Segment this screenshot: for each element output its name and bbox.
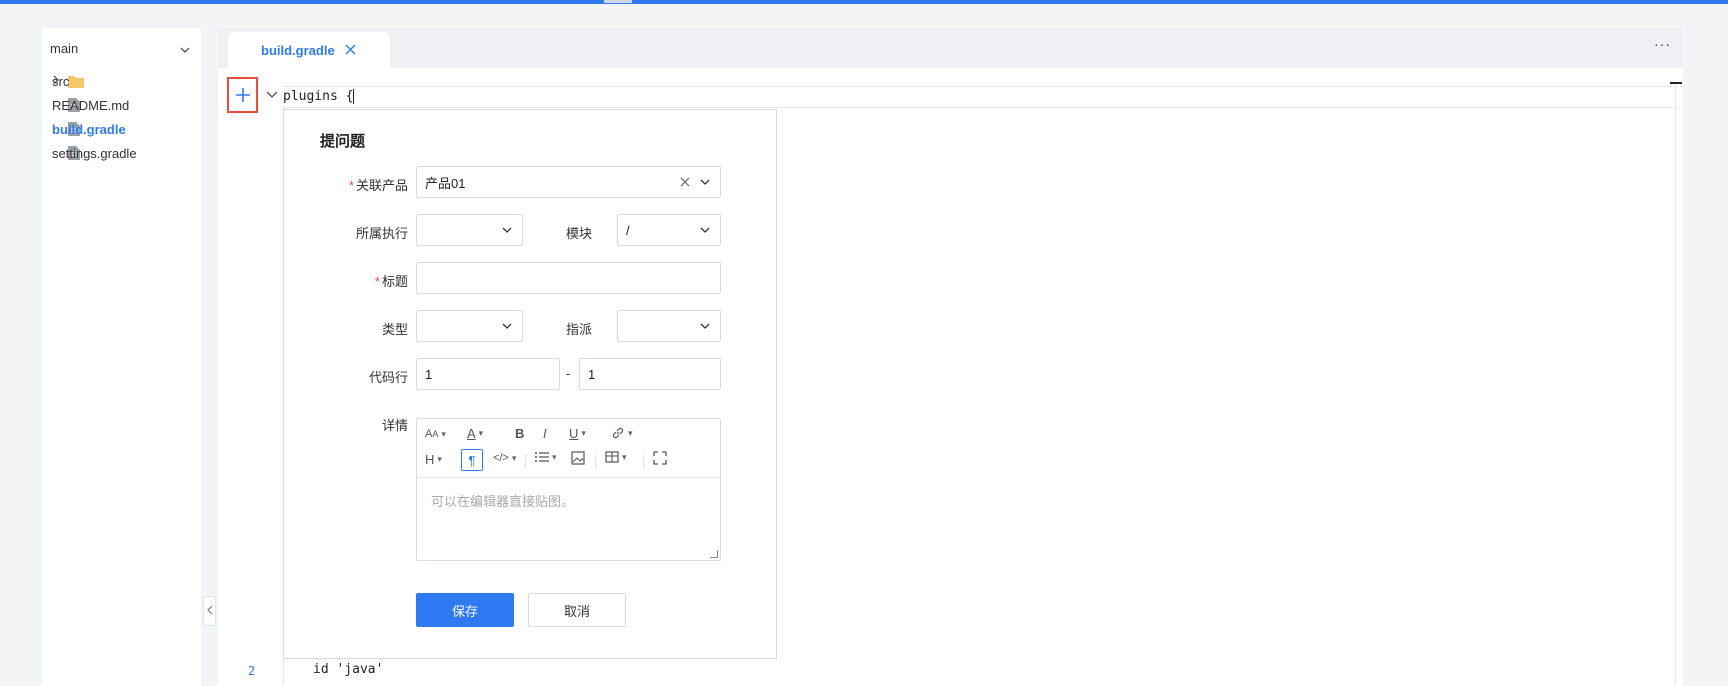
top-drag-handle[interactable] — [604, 0, 632, 3]
title-label: * 标题 — [374, 274, 408, 289]
detail-label: 详情 — [381, 418, 408, 433]
tab-label: build.gradle — [261, 42, 335, 58]
save-button[interactable]: 保存 — [416, 593, 514, 627]
tree-item-settings-gradle[interactable]: settings.gradle — [52, 143, 137, 163]
close-icon[interactable] — [345, 42, 356, 58]
resize-handle[interactable] — [710, 550, 718, 558]
tree-item-src[interactable]: src — [52, 71, 91, 91]
code-line-from-input[interactable]: 1 — [416, 358, 560, 390]
chevron-down-icon — [696, 224, 714, 236]
underline-icon[interactable]: U ▾ — [569, 426, 586, 441]
tree-item-build-gradle[interactable]: build.gradle — [52, 119, 126, 139]
tree-item-label: README.md — [52, 97, 130, 113]
chevron-down-icon — [498, 224, 516, 236]
chevron-down-icon — [696, 320, 714, 332]
more-options-icon[interactable]: ··· — [1654, 36, 1671, 52]
chevron-down-icon — [498, 320, 516, 332]
fullscreen-icon[interactable] — [653, 451, 667, 465]
product-select[interactable]: 产品01 — [416, 166, 721, 198]
code-line-to-input[interactable]: 1 — [579, 358, 721, 390]
text-caret — [353, 89, 355, 104]
title-input[interactable] — [416, 262, 721, 294]
add-issue-button[interactable] — [227, 77, 258, 113]
toolbar-divider — [595, 454, 596, 468]
editor-ruler — [1675, 82, 1676, 686]
product-value: 产品01 — [425, 175, 466, 191]
list-icon[interactable]: ▾ — [535, 451, 557, 463]
toolbar-divider — [525, 454, 526, 468]
toolbar-divider — [643, 454, 644, 468]
module-value: / — [626, 222, 630, 238]
file-sidebar: main src README.md build.gradle settings… — [42, 28, 201, 686]
type-select[interactable] — [416, 310, 523, 342]
editor-placeholder[interactable]: 可以在编辑器直接贴图。 — [431, 491, 574, 510]
tree-item-readme[interactable]: README.md — [52, 95, 129, 115]
chevron-left-icon — [206, 605, 213, 618]
code-line-label: 代码行 — [368, 370, 408, 385]
image-icon[interactable] — [571, 451, 585, 465]
issue-form-panel: 提问题 * 关联产品 产品01 所属执行 模块 / * 标题 类型 指派 代码行… — [283, 109, 777, 659]
code-line-1[interactable]: plugins { — [283, 86, 1678, 108]
tab-bar: build.gradle ··· — [218, 28, 1683, 68]
line-number: 2 — [248, 664, 256, 678]
rich-text-editor: A A ▾ A ▾ B I U ▾ ▾ H ▾ ¶ </> ▾ ▾ ▾ 可以在编… — [416, 418, 721, 561]
tab-build-gradle[interactable]: build.gradle — [228, 32, 390, 68]
tree-item-label: build.gradle — [52, 121, 126, 137]
sidebar-collapse-button[interactable] — [203, 596, 216, 626]
tree-item-label: src — [52, 73, 70, 89]
chevron-down-icon — [696, 176, 714, 188]
editor-toolbar: A A ▾ A ▾ B I U ▾ ▾ H ▾ ¶ </> ▾ ▾ ▾ — [417, 419, 720, 478]
bold-icon[interactable]: B — [515, 426, 524, 441]
chevron-down-icon — [180, 41, 190, 56]
branch-name: main — [50, 40, 79, 56]
font-size-icon[interactable]: A A ▾ — [425, 428, 446, 440]
link-icon[interactable]: ▾ — [611, 426, 633, 440]
code-line-2[interactable]: id 'java' — [313, 662, 383, 677]
execution-select[interactable] — [416, 214, 523, 246]
clear-icon[interactable] — [680, 174, 690, 190]
tree-item-label: settings.gradle — [52, 145, 137, 161]
module-label: 模块 — [565, 226, 592, 241]
fold-chevron-icon[interactable] — [266, 90, 278, 102]
assign-label: 指派 — [565, 322, 592, 337]
range-separator: - — [566, 366, 571, 381]
code-icon[interactable]: </> ▾ — [493, 452, 516, 464]
italic-icon[interactable]: I — [543, 426, 547, 441]
folder-icon — [68, 74, 84, 88]
code-text: plugins { — [283, 89, 355, 104]
assign-select[interactable] — [617, 310, 721, 342]
heading-icon[interactable]: H ▾ — [425, 452, 442, 467]
font-color-icon[interactable]: A ▾ — [467, 426, 483, 441]
table-icon[interactable]: ▾ — [605, 451, 627, 463]
branch-selector[interactable]: main — [50, 37, 190, 59]
plus-icon — [235, 88, 250, 102]
form-title: 提问题 — [320, 133, 366, 150]
scroll-marker — [1670, 82, 1682, 84]
top-accent-bar — [0, 0, 1728, 4]
paragraph-icon[interactable]: ¶ — [461, 449, 483, 471]
execution-label: 所属执行 — [355, 226, 408, 241]
type-label: 类型 — [381, 322, 408, 337]
module-select[interactable]: / — [617, 214, 721, 246]
cancel-button[interactable]: 取消 — [528, 593, 626, 627]
product-label: * 关联产品 — [348, 178, 408, 193]
